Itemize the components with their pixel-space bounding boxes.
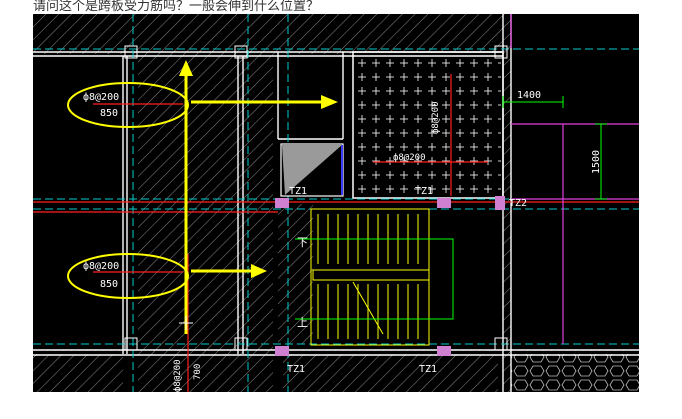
question-text: 请问这个是跨板受力筋吗？一般会伸到什么位置？ bbox=[33, 0, 320, 14]
rebar-top-label: ф8@200 bbox=[83, 91, 119, 103]
staircase bbox=[310, 208, 430, 346]
hex-hatch-area bbox=[511, 354, 639, 392]
stair-up-label: 上 bbox=[297, 316, 308, 329]
cad-drawing-image: 1400 1500 下 上 TZ1 TZ1 TZ2 TZ1 TZ1 ф8@200… bbox=[33, 14, 639, 392]
dimension-lines bbox=[502, 96, 607, 200]
rebar-bottom-length-label: 850 bbox=[100, 279, 118, 290]
walls bbox=[33, 14, 639, 392]
slab-plus-fill bbox=[352, 51, 504, 199]
tz2-label: TZ2 bbox=[509, 198, 527, 209]
tz1-label-b: TZ1 bbox=[415, 186, 433, 197]
rebar-bottom-label: ф8@200 bbox=[83, 260, 119, 272]
rebar-bottom-vertical: ф8@200 bbox=[173, 359, 183, 392]
stair-down-label: 下 bbox=[297, 236, 308, 249]
dim-1400: 1400 bbox=[517, 90, 541, 101]
beam-lines bbox=[33, 14, 639, 392]
dim-1500: 1500 bbox=[591, 150, 602, 174]
magenta-lines bbox=[510, 14, 639, 344]
tz1-label-c: TZ1 bbox=[287, 364, 305, 375]
rebar-slab-horizontal: ф8@200 bbox=[393, 153, 426, 163]
tz1-label-a: TZ1 bbox=[289, 186, 307, 197]
rebar-bottom-length: 700 bbox=[193, 364, 203, 380]
tz1-label-d: TZ1 bbox=[419, 364, 437, 375]
rebar-slab-vertical: ф8@200 bbox=[431, 101, 441, 134]
rebar-top-length: 850 bbox=[100, 108, 118, 119]
